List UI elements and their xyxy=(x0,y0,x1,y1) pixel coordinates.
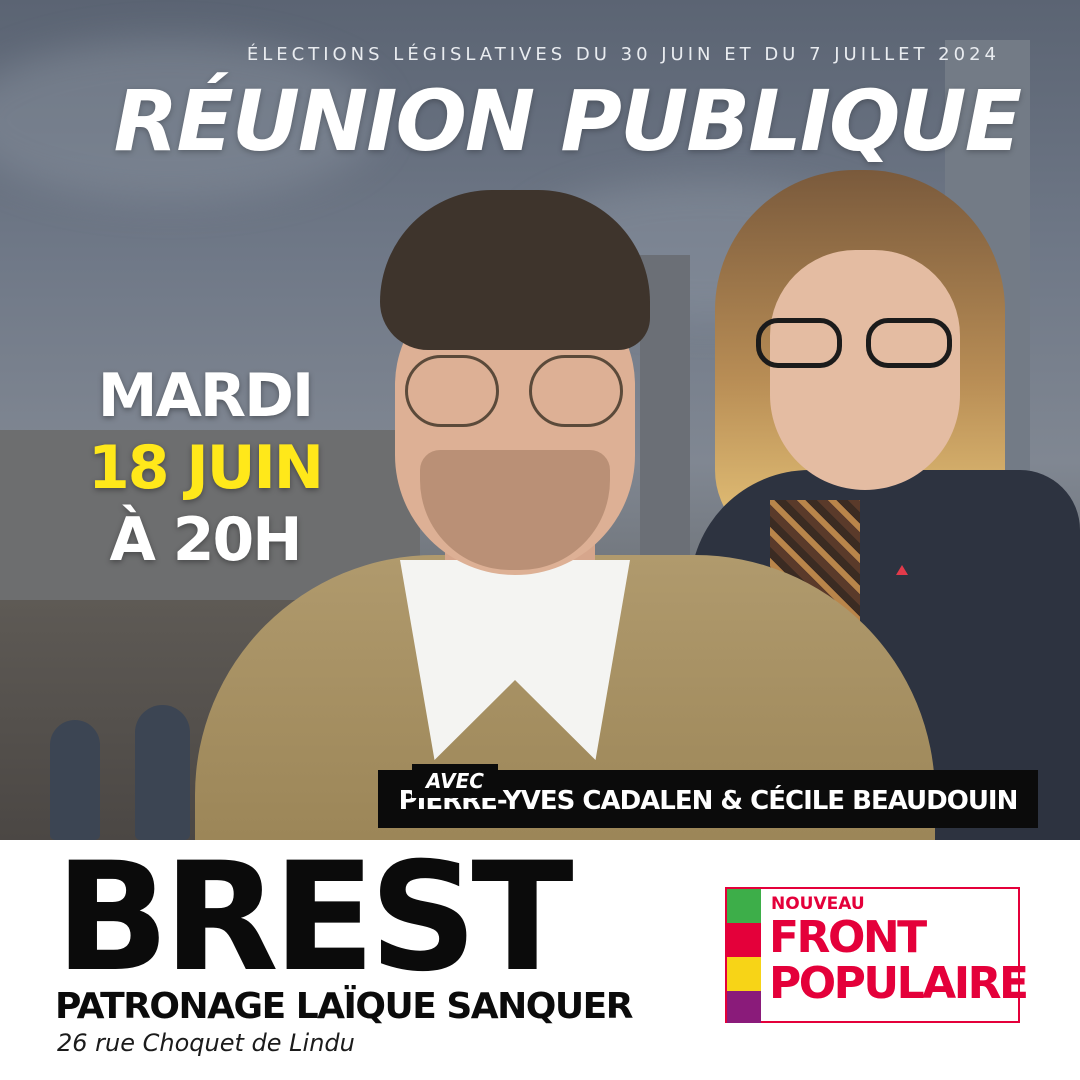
logo-stripe-green xyxy=(727,889,761,923)
glasses-lens xyxy=(529,355,623,427)
event-time: À 20H xyxy=(109,505,302,575)
event-city: BREST xyxy=(55,831,574,1005)
woman-face xyxy=(770,250,960,490)
background-person xyxy=(50,720,100,840)
triangle-pin-icon xyxy=(896,565,908,575)
speakers-with-label: AVEC xyxy=(412,764,498,798)
campaign-poster: ÉLECTIONS LÉGISLATIVES DU 30 JUIN ET DU … xyxy=(0,0,1080,1080)
event-day: MARDI xyxy=(97,361,314,431)
background-person xyxy=(135,705,190,840)
event-venue: PATRONAGE LAÏQUE SANQUER xyxy=(55,986,633,1027)
nouveau-front-populaire-logo: NOUVEAU FRONT POPULAIRE xyxy=(725,887,1029,1023)
poster-title: RÉUNION PUBLIQUE xyxy=(113,72,1022,170)
glasses-lens xyxy=(866,318,952,368)
man-glasses xyxy=(405,355,625,427)
woman-glasses xyxy=(756,318,956,368)
logo-stripe-red xyxy=(727,923,761,957)
election-kicker: ÉLECTIONS LÉGISLATIVES DU 30 JUIN ET DU … xyxy=(246,44,1000,65)
glasses-lens xyxy=(405,355,499,427)
logo-stripe-purple xyxy=(727,991,761,1023)
glasses-lens xyxy=(756,318,842,368)
logo-text-front: FRONT xyxy=(769,912,927,963)
event-date: MARDI 18 JUIN À 20H xyxy=(50,360,360,576)
event-date-highlight: 18 JUIN xyxy=(88,433,324,503)
logo-text-populaire: POPULAIRE xyxy=(769,958,1029,1009)
event-address: 26 rue Choquet de Lindu xyxy=(57,1029,355,1057)
logo-stripe-yellow xyxy=(727,957,761,991)
logo-text-nouveau: NOUVEAU xyxy=(771,894,865,914)
